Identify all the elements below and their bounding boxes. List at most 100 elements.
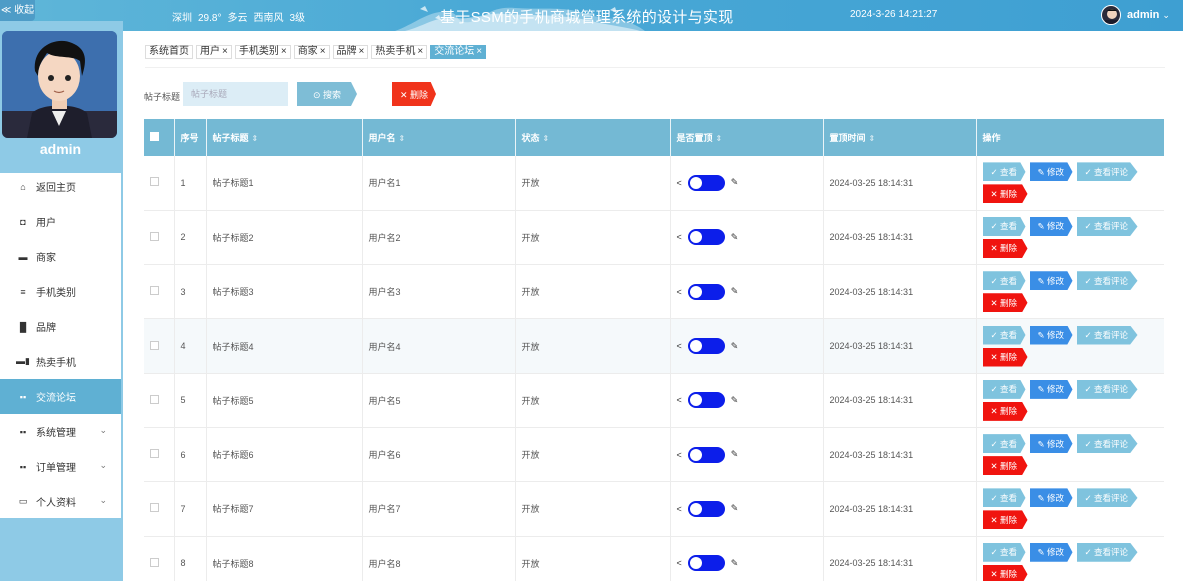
- pin-toggle[interactable]: [687, 338, 725, 355]
- tab-item[interactable]: 系统首页: [145, 45, 193, 59]
- sidebar-item-label: 交流论坛: [36, 393, 76, 404]
- tab-item[interactable]: 品牌 ×: [332, 45, 369, 59]
- toggle-knob: [689, 340, 702, 353]
- sidebar-item-order[interactable]: ▪▪ 订单管理 ⌄: [0, 449, 121, 484]
- view-button[interactable]: ✓ 查看: [982, 434, 1026, 454]
- pin-toggle[interactable]: [687, 500, 725, 517]
- view-button[interactable]: ✓ 查看: [982, 542, 1026, 562]
- view-button[interactable]: ✓ 查看: [982, 162, 1026, 182]
- close-icon[interactable]: ×: [417, 46, 423, 58]
- sidebar-item-forum[interactable]: ▪▪ 交流论坛: [0, 379, 121, 414]
- sidebar-item-list[interactable]: ≡ 手机类别: [0, 274, 121, 309]
- delete-button[interactable]: ✕ 删除: [982, 456, 1028, 476]
- close-icon[interactable]: ×: [476, 46, 482, 58]
- view-comments-button[interactable]: ✓ 查看评论: [1076, 434, 1138, 454]
- close-icon[interactable]: ×: [320, 46, 326, 58]
- column-header[interactable]: 是否置顶 ⇕: [670, 119, 824, 156]
- edit-button[interactable]: ✎ 修改: [1029, 162, 1073, 182]
- view-comments-button[interactable]: ✓ 查看评论: [1076, 271, 1138, 291]
- sidebar-item-home[interactable]: ⌂ 返回主页: [0, 169, 121, 204]
- sidebar-item-shop[interactable]: ▬ 商家: [0, 239, 121, 274]
- delete-button[interactable]: ✕ 删除: [982, 510, 1028, 530]
- pin-toggle[interactable]: [687, 392, 725, 409]
- view-comments-button[interactable]: ✓ 查看评论: [1076, 162, 1138, 182]
- search-button[interactable]: ⊙ 搜索: [297, 82, 357, 106]
- view-comments-button[interactable]: ✓ 查看评论: [1076, 216, 1138, 236]
- delete-button[interactable]: ✕ 删除: [982, 564, 1028, 581]
- sidebar-item-phone[interactable]: ▬▮ 热卖手机: [0, 344, 121, 379]
- sort-icon[interactable]: ⇕: [716, 134, 723, 143]
- view-button[interactable]: ✓ 查看: [982, 216, 1026, 236]
- close-icon[interactable]: ×: [359, 46, 365, 58]
- edit-button[interactable]: ✎ 修改: [1029, 434, 1073, 454]
- pin-toggle[interactable]: [687, 229, 725, 246]
- edit-button[interactable]: ✎ 修改: [1029, 271, 1073, 291]
- view-button[interactable]: ✓ 查看: [982, 488, 1026, 508]
- view-comments-button[interactable]: ✓ 查看评论: [1076, 488, 1138, 508]
- delete-button[interactable]: ✕ 删除: [982, 184, 1028, 204]
- sidebar-item-brand[interactable]: ▐▌ 品牌: [0, 309, 121, 344]
- row-checkbox[interactable]: [150, 286, 159, 296]
- view-button[interactable]: ✓ 查看: [982, 271, 1026, 291]
- post-status: 开放: [515, 210, 671, 266]
- delete-button[interactable]: ✕ 删除: [982, 347, 1028, 367]
- tab-item[interactable]: 手机类别 ×: [234, 45, 291, 59]
- sort-icon[interactable]: ⇕: [399, 134, 406, 143]
- share-icon: <: [676, 558, 682, 569]
- pin-toggle[interactable]: [687, 174, 725, 191]
- select-all-checkbox[interactable]: [150, 132, 159, 141]
- sort-icon[interactable]: ⇕: [543, 134, 550, 143]
- row-checkbox[interactable]: [150, 231, 159, 241]
- tab-label: 品牌: [336, 46, 357, 57]
- delete-button[interactable]: ✕ 删除: [982, 238, 1028, 258]
- sidebar-footer: [0, 518, 123, 581]
- close-icon[interactable]: ×: [222, 46, 228, 58]
- close-icon[interactable]: ×: [281, 46, 287, 58]
- pin-toggle[interactable]: [687, 446, 725, 463]
- view-comments-button[interactable]: ✓ 查看评论: [1076, 325, 1138, 345]
- tab-label: 用户: [200, 46, 220, 57]
- view-comments-button[interactable]: ✓ 查看评论: [1076, 379, 1138, 399]
- tab-item[interactable]: 用户 ×: [196, 45, 232, 59]
- search-label: 帖子标题: [144, 92, 181, 102]
- collapse-sidebar-button[interactable]: ≪ 收起: [0, 0, 35, 21]
- column-header[interactable]: 置顶时间 ⇕: [823, 119, 977, 156]
- pin-toggle[interactable]: [687, 283, 725, 300]
- batch-delete-button[interactable]: ✕ 删除: [392, 82, 436, 106]
- row-checkbox[interactable]: [150, 394, 159, 404]
- column-header[interactable]: 帖子标题 ⇕: [206, 119, 363, 156]
- column-header[interactable]: 用户名 ⇕: [362, 119, 516, 156]
- search-input[interactable]: [183, 82, 288, 106]
- view-button[interactable]: ✓ 查看: [982, 379, 1026, 399]
- edit-button[interactable]: ✎ 修改: [1029, 325, 1073, 345]
- tab-item[interactable]: 交流论坛 ×: [430, 45, 487, 59]
- column-header[interactable]: 状态 ⇕: [515, 119, 671, 156]
- post-title: 帖子标题8: [206, 536, 363, 581]
- edit-button[interactable]: ✎ 修改: [1029, 216, 1073, 236]
- select-all-cell[interactable]: [144, 119, 175, 156]
- user-menu[interactable]: admin ⌄: [1101, 4, 1170, 26]
- row-checkbox[interactable]: [150, 503, 159, 513]
- row-checkbox[interactable]: [150, 449, 159, 459]
- pin-cell: < ✎: [670, 318, 824, 374]
- tab-item[interactable]: 热卖手机 ×: [371, 45, 428, 59]
- row-checkbox[interactable]: [150, 177, 159, 187]
- row-checkbox[interactable]: [150, 340, 159, 350]
- tab-item[interactable]: 商家 ×: [293, 45, 330, 59]
- row-checkbox[interactable]: [150, 557, 159, 567]
- sidebar-item-profile[interactable]: ▭ 个人资料 ⌄: [0, 484, 121, 519]
- edit-button[interactable]: ✎ 修改: [1029, 488, 1073, 508]
- edit-button[interactable]: ✎ 修改: [1029, 379, 1073, 399]
- delete-button[interactable]: ✕ 删除: [982, 293, 1028, 313]
- view-button[interactable]: ✓ 查看: [982, 325, 1026, 345]
- edit-button[interactable]: ✎ 修改: [1029, 542, 1073, 562]
- toggle-knob: [689, 557, 702, 570]
- sidebar-item-label: 返回主页: [36, 183, 76, 194]
- sidebar-item-system[interactable]: ▪▪ 系统管理 ⌄: [0, 414, 121, 449]
- view-comments-button[interactable]: ✓ 查看评论: [1076, 542, 1138, 562]
- sidebar-item-user[interactable]: ◘ 用户: [0, 204, 121, 239]
- sort-icon[interactable]: ⇕: [252, 134, 259, 143]
- delete-button[interactable]: ✕ 删除: [982, 401, 1028, 421]
- sort-icon[interactable]: ⇕: [869, 134, 876, 143]
- pin-toggle[interactable]: [687, 555, 725, 572]
